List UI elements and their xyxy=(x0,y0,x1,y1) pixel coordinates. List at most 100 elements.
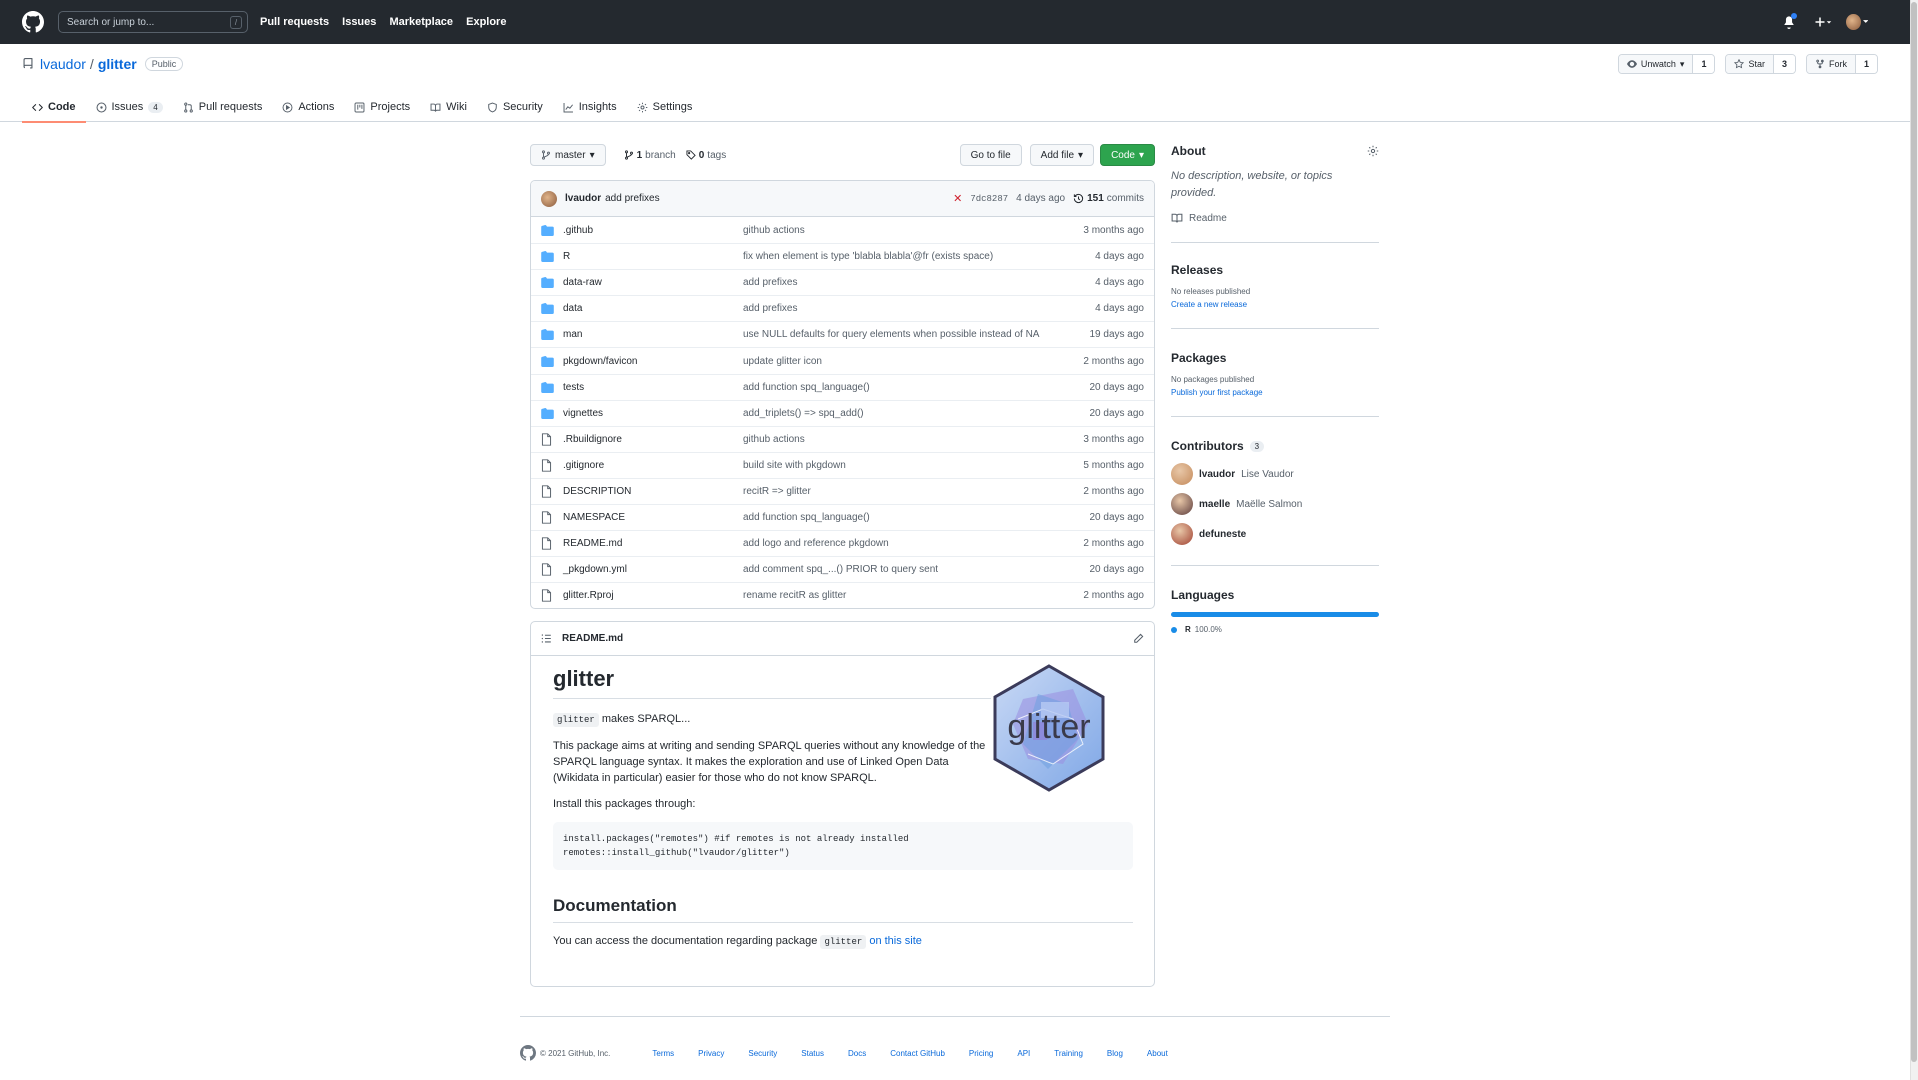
file-name-link[interactable]: pkgdown/favicon xyxy=(563,356,743,367)
file-row[interactable]: tests add function spq_language() 20 days … xyxy=(531,373,1154,400)
nav-issues[interactable]: Issues xyxy=(342,16,376,28)
star-count[interactable]: 3 xyxy=(1773,55,1795,73)
file-commit-message[interactable]: update glitter icon xyxy=(743,356,1083,367)
file-name-link[interactable]: _pkgdown.yml xyxy=(563,564,743,575)
file-name-link[interactable]: data xyxy=(563,303,743,314)
documentation-link[interactable]: on this site xyxy=(869,935,922,947)
footer-link-security[interactable]: Security xyxy=(748,1049,777,1058)
branch-select-button[interactable]: master ▾ xyxy=(530,144,606,166)
watch-count[interactable]: 1 xyxy=(1693,55,1715,73)
gear-icon[interactable] xyxy=(1367,145,1379,157)
file-commit-message[interactable]: add function spq_language() xyxy=(743,512,1090,523)
readme-filename[interactable]: README.md xyxy=(562,633,623,644)
tab-projects[interactable]: Projects xyxy=(344,92,420,122)
packages-title[interactable]: Packages xyxy=(1171,351,1379,365)
tab-insights[interactable]: Insights xyxy=(553,92,627,122)
footer-link-docs[interactable]: Docs xyxy=(848,1049,866,1058)
commits-link[interactable]: 151 commits xyxy=(1073,193,1144,204)
file-row[interactable]: .gitignore build site with pkgdown 5 month… xyxy=(531,451,1154,478)
file-row[interactable]: README.md add logo and reference pkgdown 2… xyxy=(531,530,1154,556)
footer-link-pricing[interactable]: Pricing xyxy=(969,1049,993,1058)
file-name-link[interactable]: README.md xyxy=(563,538,743,549)
commit-sha[interactable]: 7dc8287 xyxy=(970,194,1008,204)
tags-link[interactable]: 0 tags xyxy=(686,150,726,161)
footer-link-privacy[interactable]: Privacy xyxy=(698,1049,724,1058)
create-release-link[interactable]: Create a new release xyxy=(1171,300,1247,309)
list-icon[interactable] xyxy=(541,633,552,644)
branches-link[interactable]: 1 branch xyxy=(624,150,676,161)
contributor-login[interactable]: lvaudor xyxy=(1199,469,1235,480)
file-row[interactable]: Rfix when element is type 'blabla blabla… xyxy=(531,243,1154,269)
add-file-button[interactable]: Add file ▾ xyxy=(1029,144,1095,166)
tab-pull-requests[interactable]: Pull requests xyxy=(173,92,273,122)
star-button[interactable]: Star xyxy=(1726,55,1774,73)
code-button[interactable]: Code ▾ xyxy=(1100,144,1155,166)
page-scrollbar[interactable] xyxy=(1910,0,1918,1080)
file-commit-message[interactable]: rename recitR as glitter xyxy=(743,590,1083,601)
file-row[interactable]: data-raw add prefixes 4 days ago xyxy=(531,269,1154,295)
tab-security[interactable]: Security xyxy=(477,92,553,122)
contributors-title[interactable]: Contributors 3 xyxy=(1171,439,1379,453)
repo-name-link[interactable]: glitter xyxy=(98,56,137,72)
tab-issues[interactable]: Issues 4 xyxy=(86,92,173,122)
file-name-link[interactable]: R xyxy=(563,251,743,262)
file-name-link[interactable]: .github xyxy=(563,225,743,236)
contributor-login[interactable]: defuneste xyxy=(1199,529,1246,540)
file-row[interactable]: glitter.Rproj rename recitR as glitter 2 m… xyxy=(531,582,1154,608)
file-row[interactable]: DESCRIPTION recitR => glitter 2 months ago xyxy=(531,477,1154,504)
file-commit-message[interactable]: add function spq_language() xyxy=(743,382,1090,393)
tab-actions[interactable]: Actions xyxy=(272,92,344,122)
avatar[interactable] xyxy=(1171,463,1193,485)
footer-link-terms[interactable]: Terms xyxy=(652,1049,674,1058)
avatar[interactable] xyxy=(1171,493,1193,515)
file-name-link[interactable]: vignettes xyxy=(563,408,743,419)
scrollbar-thumb[interactable] xyxy=(1911,2,1917,1062)
go-to-file-button[interactable]: Go to file xyxy=(959,144,1022,166)
file-name-link[interactable]: DESCRIPTION xyxy=(563,486,743,497)
contributor-login[interactable]: maelle xyxy=(1199,499,1230,510)
file-row[interactable]: .Rbuildignore github actions 3 months ago xyxy=(531,425,1154,452)
footer-link-training[interactable]: Training xyxy=(1054,1049,1083,1058)
file-row[interactable]: .github github actions 3 months ago xyxy=(531,217,1154,243)
nav-explore[interactable]: Explore xyxy=(466,16,506,28)
repo-owner-link[interactable]: lvaudor xyxy=(40,56,86,72)
language-item[interactable]: R 100.0% xyxy=(1171,625,1379,634)
fork-button[interactable]: Fork xyxy=(1806,55,1856,73)
file-name-link[interactable]: data-raw xyxy=(563,277,743,288)
footer-link-status[interactable]: Status xyxy=(801,1049,824,1058)
file-commit-message[interactable]: use NULL defaults for query elements whe… xyxy=(743,329,1090,340)
file-row[interactable]: data add prefixes 4 days ago xyxy=(531,295,1154,321)
file-row[interactable]: pkgdown/favicon update glitter icon 2 mont… xyxy=(531,347,1154,373)
commit-message[interactable]: add prefixes xyxy=(605,193,659,204)
file-row[interactable]: man use NULL defaults for query elements … xyxy=(531,321,1154,347)
tab-code[interactable]: Code xyxy=(22,92,86,123)
avatar[interactable] xyxy=(1171,523,1193,545)
notifications-bell-icon[interactable] xyxy=(1778,11,1800,33)
footer-link-contact[interactable]: Contact GitHub xyxy=(890,1049,945,1058)
file-row[interactable]: _pkgdown.yml add comment spq_...() PRIOR … xyxy=(531,556,1154,582)
file-commit-message[interactable]: github actions xyxy=(743,225,1083,236)
pencil-icon[interactable] xyxy=(1133,633,1144,644)
commit-author[interactable]: lvaudor xyxy=(565,193,601,204)
unwatch-button[interactable]: Unwatch ▾ xyxy=(1618,55,1694,73)
file-name-link[interactable]: glitter.Rproj xyxy=(563,590,743,601)
footer-link-blog[interactable]: Blog xyxy=(1107,1049,1123,1058)
github-logo-icon[interactable] xyxy=(22,11,44,33)
file-name-link[interactable]: .gitignore xyxy=(563,460,743,471)
file-row[interactable]: vignettes add_triplets() => spq_add() 20 d… xyxy=(531,399,1154,426)
user-avatar-menu[interactable] xyxy=(1846,11,1868,33)
tab-wiki[interactable]: Wiki xyxy=(420,92,477,122)
readme-link[interactable]: Readme xyxy=(1171,212,1379,224)
create-new-plus-icon[interactable] xyxy=(1812,11,1834,33)
nav-pull-requests[interactable]: Pull requests xyxy=(260,16,329,28)
file-commit-message[interactable]: github actions xyxy=(743,434,1083,445)
file-commit-message[interactable]: recitR => glitter xyxy=(743,486,1083,497)
releases-title[interactable]: Releases xyxy=(1171,263,1379,277)
file-commit-message[interactable]: add comment spq_...() PRIOR to query sen… xyxy=(743,564,1090,575)
file-commit-message[interactable]: add_triplets() => spq_add() xyxy=(743,408,1090,419)
nav-marketplace[interactable]: Marketplace xyxy=(389,16,453,28)
file-name-link[interactable]: tests xyxy=(563,382,743,393)
contributor-item[interactable]: maelle Maëlle Salmon xyxy=(1171,493,1379,515)
file-row[interactable]: NAMESPACE add function spq_language() 20 d… xyxy=(531,504,1154,530)
avatar[interactable] xyxy=(541,190,557,207)
